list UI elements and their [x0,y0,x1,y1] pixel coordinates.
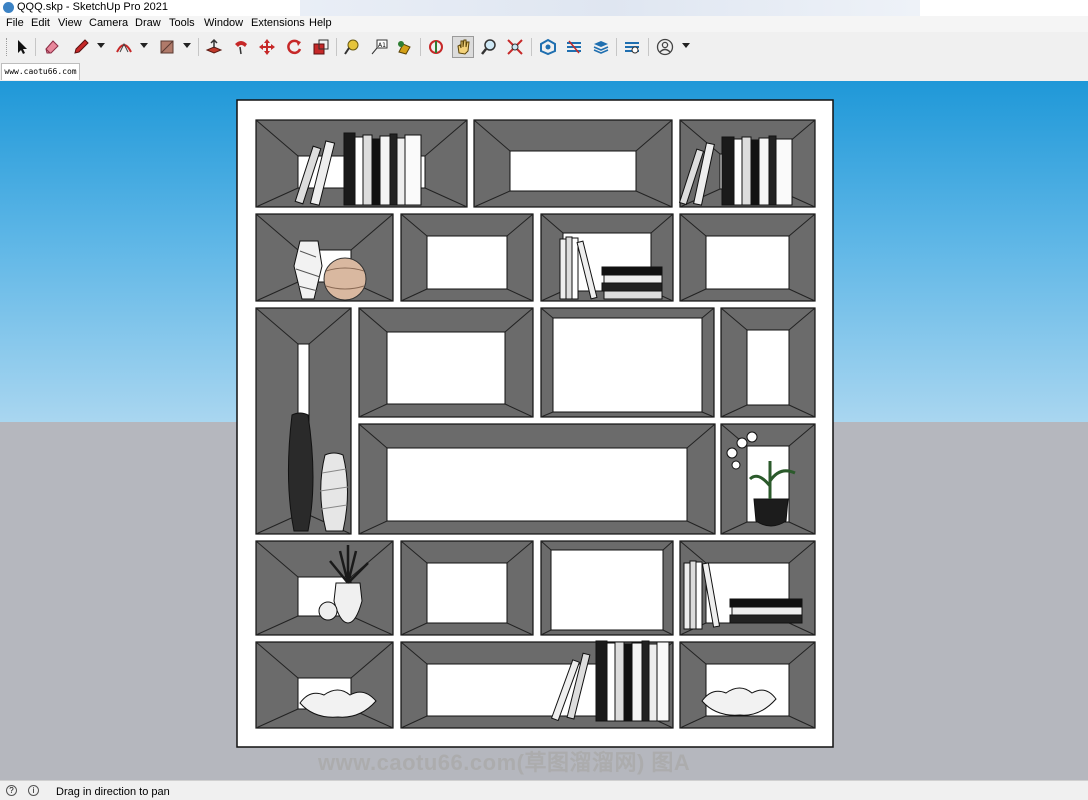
menu-window[interactable]: Window [204,17,243,29]
move-icon[interactable] [256,36,278,58]
text-label-icon[interactable]: A1 [368,36,390,58]
menu-extensions[interactable]: Extensions [251,17,305,29]
round-vase [323,257,367,301]
eraser-icon[interactable] [41,36,63,58]
shelf-cell-back [509,150,637,192]
shelf-cell-back [386,331,506,405]
layers-icon[interactable] [590,36,612,58]
menu-camera[interactable]: Camera [89,17,128,29]
zoom-icon[interactable] [478,36,500,58]
shelf-cell-back [552,317,703,413]
watermark-text: www.caotu66.com(草图溜溜网) 图A [318,750,691,775]
toolbar-grip[interactable] [6,38,10,56]
extension-icon[interactable] [563,36,585,58]
tall-light-vase [320,452,348,532]
svg-text:A1: A1 [378,42,386,49]
shelf-cell-back [426,562,508,624]
toolbar-separator [648,38,649,56]
tall-dark-vase [287,412,314,532]
shelf-cell-back [705,235,790,290]
menu-file[interactable]: File [6,17,24,29]
push-pull-icon[interactable] [203,36,225,58]
follow-me-icon[interactable] [230,36,252,58]
account-icon[interactable] [654,36,676,58]
menu-bar: File Edit View Camera Draw Tools Window … [0,16,1088,32]
main-toolbar: A1 [0,32,1088,63]
geo-location-icon[interactable]: ? [6,785,17,796]
status-hint: Drag in direction to pan [56,786,170,798]
rotate-icon[interactable] [283,36,305,58]
pan-icon[interactable] [452,36,474,58]
toolbar-separator [531,38,532,56]
orbit-icon[interactable] [425,36,447,58]
title-bar: QQQ.skp - SketchUp Pro 2021 [0,0,1088,16]
scene-tab[interactable]: www.caotu66.com [1,63,80,80]
tape-measure-icon[interactable] [341,36,363,58]
background-window-strip [300,0,920,16]
bookshelf-model[interactable] [0,81,1088,780]
pencil-dropdown-chevron-icon[interactable] [97,43,105,48]
scene-tab-bar: www.caotu66.com [0,62,1088,81]
shelf-cell-back [550,549,664,631]
menu-edit[interactable]: Edit [31,17,50,29]
toolbar-separator [420,38,421,56]
select-icon[interactable] [11,36,33,58]
toolbar-separator [336,38,337,56]
pencil-icon[interactable] [70,36,92,58]
shelf-cell-back [386,447,688,522]
scale-icon[interactable] [310,36,332,58]
sketchup-logo-icon [3,2,14,13]
shelf-cell-back [746,329,790,406]
drawing-viewport[interactable]: www.caotu66.com(草图溜溜网) 图A [0,81,1088,780]
arc-icon[interactable] [113,36,135,58]
account-dropdown-chevron-icon[interactable] [682,43,690,48]
menu-view[interactable]: View [58,17,82,29]
status-bar: ? i Drag in direction to pan [0,780,1088,800]
toolbar-separator [198,38,199,56]
menu-help[interactable]: Help [309,17,332,29]
shape-dropdown-chevron-icon[interactable] [183,43,191,48]
shelf-cell-back [426,235,508,290]
toolbar-separator [35,38,36,56]
menu-tools[interactable]: Tools [169,17,195,29]
orchid-pot [753,498,789,527]
menu-draw[interactable]: Draw [135,17,161,29]
window-title: QQQ.skp - SketchUp Pro 2021 [17,1,169,13]
zoom-extents-icon[interactable] [504,36,526,58]
info-icon[interactable]: i [28,785,39,796]
warehouse-icon[interactable] [537,36,559,58]
paint-icon[interactable] [393,36,415,58]
paint-bucket-icon[interactable] [156,36,178,58]
toolbar-separator [616,38,617,56]
sandbox-icon[interactable] [621,36,643,58]
arc-dropdown-chevron-icon[interactable] [140,43,148,48]
